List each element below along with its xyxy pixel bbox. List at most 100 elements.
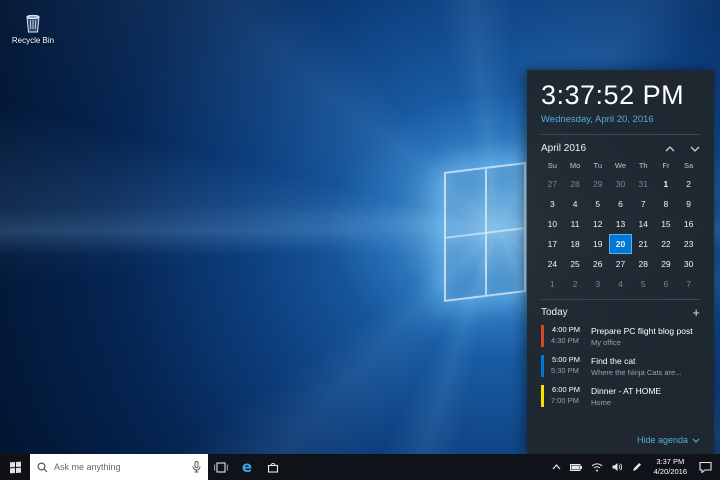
calendar-day[interactable]: 6	[655, 274, 678, 294]
calendar-day[interactable]: 14	[632, 214, 655, 234]
network-tray-button[interactable]	[591, 463, 603, 472]
calendar-day[interactable]: 22	[655, 234, 678, 254]
pen-icon	[632, 462, 642, 472]
calendar-prev-button[interactable]	[665, 146, 675, 152]
event-title: Dinner - AT HOME	[591, 386, 700, 396]
chevron-up-icon	[665, 146, 675, 152]
calendar-day[interactable]: 12	[586, 214, 609, 234]
calendar-day[interactable]: 27	[609, 254, 632, 274]
agenda-event[interactable]: 5:00 PM5:30 PM Find the catWhere the Ninj…	[541, 355, 700, 377]
store-button[interactable]	[260, 454, 286, 480]
event-location: My office	[591, 338, 700, 347]
calendar-day-header: Su	[541, 158, 564, 174]
calendar-day[interactable]: 11	[564, 214, 587, 234]
calendar-day[interactable]: 8	[655, 194, 678, 214]
search-icon	[37, 462, 48, 473]
calendar-day[interactable]: 17	[541, 234, 564, 254]
calendar-day[interactable]: 16	[677, 214, 700, 234]
event-color-bar	[541, 385, 544, 407]
calendar-day[interactable]: 27	[541, 174, 564, 194]
event-end-time: 7:00 PM	[551, 397, 584, 406]
agenda-event[interactable]: 6:00 PM 7:00 PM Dinner - AT HOMEHome	[541, 385, 700, 407]
show-hidden-icons-button[interactable]	[552, 464, 561, 470]
edge-browser-button[interactable]: e	[234, 454, 260, 480]
flyout-time: 3:37:52 PM	[541, 80, 700, 111]
task-view-icon	[214, 462, 228, 473]
calendar-day[interactable]: 19	[586, 234, 609, 254]
start-button[interactable]	[0, 454, 30, 480]
calendar-day[interactable]: 1	[541, 274, 564, 294]
calendar-day[interactable]: 10	[541, 214, 564, 234]
taskbar: Ask me anything e	[0, 454, 720, 480]
recycle-bin-label: Recycle Bin	[8, 36, 58, 45]
calendar-next-button[interactable]	[690, 146, 700, 152]
calendar-day[interactable]: 30	[609, 174, 632, 194]
calendar-day[interactable]: 2	[564, 274, 587, 294]
calendar-day-today[interactable]: 20	[609, 234, 632, 254]
calendar-day[interactable]: 28	[564, 174, 587, 194]
calendar-day[interactable]: 28	[632, 254, 655, 274]
action-center-button[interactable]	[699, 461, 712, 473]
calendar-day[interactable]: 3	[586, 274, 609, 294]
calendar-month-label[interactable]: April 2016	[541, 143, 586, 154]
tray-clock[interactable]: 3:37 PM 4/20/2016	[651, 457, 690, 477]
task-view-button[interactable]	[208, 454, 234, 480]
event-color-bar	[541, 325, 544, 347]
event-color-bar	[541, 355, 544, 377]
calendar-day[interactable]: 29	[586, 174, 609, 194]
calendar-day[interactable]: 5	[632, 274, 655, 294]
event-info: Dinner - AT HOMEHome	[591, 385, 700, 407]
agenda-event[interactable]: 4:00 PM4:30 PMPrepare PC flight blog pos…	[541, 325, 700, 347]
calendar-day-header: Th	[632, 158, 655, 174]
calendar-day[interactable]: 4	[609, 274, 632, 294]
event-start-time: 6:00 PM	[551, 386, 581, 395]
chevron-down-icon	[692, 438, 700, 443]
battery-tray-button[interactable]	[570, 464, 582, 471]
event-location: Where the Ninja Cats are...	[591, 368, 700, 377]
hide-agenda-link[interactable]: Hide agenda	[637, 431, 700, 448]
calendar-grid: SuMoTuWeThFrSa27282930311234567891011121…	[541, 158, 700, 294]
calendar-day-header: Sa	[677, 158, 700, 174]
windows-ink-tray-button[interactable]	[632, 462, 642, 472]
calendar-day-header: Mo	[564, 158, 587, 174]
calendar-day[interactable]: 3	[541, 194, 564, 214]
calendar-day[interactable]: 29	[655, 254, 678, 274]
microphone-icon[interactable]	[192, 461, 201, 473]
calendar-day[interactable]: 18	[564, 234, 587, 254]
calendar-day[interactable]: 24	[541, 254, 564, 274]
calendar-day[interactable]: 9	[677, 194, 700, 214]
calendar-day[interactable]: 26	[586, 254, 609, 274]
event-start-time: 4:00 PM	[551, 326, 581, 335]
event-title: Prepare PC flight blog post	[591, 326, 700, 336]
calendar-day[interactable]: 6	[609, 194, 632, 214]
calendar-day[interactable]: 5	[586, 194, 609, 214]
volume-tray-button[interactable]	[612, 462, 623, 472]
calendar-day[interactable]: 4	[564, 194, 587, 214]
event-times: 5:00 PM5:30 PM	[551, 355, 584, 377]
calendar-day[interactable]: 15	[655, 214, 678, 234]
calendar-day[interactable]: 1	[655, 174, 678, 194]
calendar-day-header: Fr	[655, 158, 678, 174]
calendar-day[interactable]: 13	[609, 214, 632, 234]
calendar-day[interactable]: 21	[632, 234, 655, 254]
event-info: Prepare PC flight blog post My office	[591, 325, 700, 347]
event-info: Find the catWhere the Ninja Cats are...	[591, 355, 700, 377]
calendar-day[interactable]: 31	[632, 174, 655, 194]
recycle-bin-icon	[23, 12, 43, 34]
event-times: 6:00 PM 7:00 PM	[551, 385, 584, 407]
agenda-today-label: Today	[541, 307, 568, 318]
edge-icon: e	[242, 460, 252, 475]
calendar-day[interactable]: 25	[564, 254, 587, 274]
recycle-bin-shortcut[interactable]: Recycle Bin	[8, 12, 58, 45]
search-input[interactable]: Ask me anything	[30, 454, 208, 480]
calendar-day[interactable]: 7	[632, 194, 655, 214]
chevron-up-icon	[552, 464, 561, 470]
flyout-date: Wednesday, April 20, 2016	[541, 114, 700, 135]
calendar-day[interactable]: 30	[677, 254, 700, 274]
add-event-button[interactable]: +	[692, 308, 700, 318]
store-bag-icon	[267, 461, 279, 473]
battery-icon	[570, 464, 582, 471]
calendar-day[interactable]: 23	[677, 234, 700, 254]
calendar-day[interactable]: 7	[677, 274, 700, 294]
calendar-day[interactable]: 2	[677, 174, 700, 194]
